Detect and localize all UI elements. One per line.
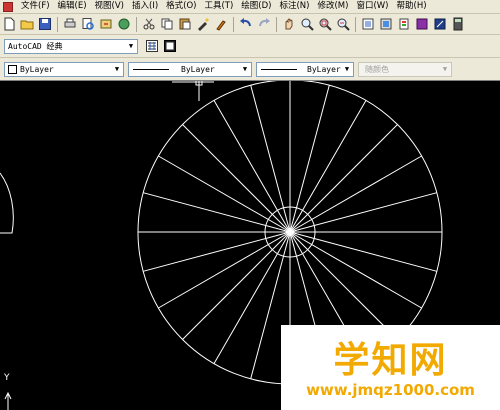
color-swatch: [8, 64, 17, 74]
wheel-spoke: [289, 155, 422, 233]
cut-icon[interactable]: [141, 16, 157, 32]
chevron-down-icon[interactable]: ▼: [341, 63, 353, 76]
watermark-title: 学知网: [333, 340, 448, 381]
menu-edit[interactable]: 编辑(E): [54, 0, 91, 13]
save-icon[interactable]: [37, 16, 53, 32]
linetype-value: ByLayer: [181, 64, 215, 74]
watermark-url: www.jmqz1000.com: [306, 381, 475, 399]
wheel-spoke: [289, 192, 437, 233]
menu-dimension[interactable]: 标注(N): [275, 0, 313, 13]
chevron-down-icon[interactable]: ▼: [111, 63, 123, 76]
lineweight-value: ByLayer: [307, 64, 341, 74]
preview-icon[interactable]: [80, 16, 96, 32]
menu-draw[interactable]: 绘图(D): [237, 0, 275, 13]
markup-icon[interactable]: [432, 16, 448, 32]
match-prop-icon[interactable]: [195, 16, 211, 32]
chevron-down-icon[interactable]: ▼: [439, 63, 451, 76]
redo-icon[interactable]: [256, 16, 272, 32]
brush-icon[interactable]: [213, 16, 229, 32]
menu-modify[interactable]: 修改(M): [313, 0, 352, 13]
menu-view[interactable]: 视图(V): [91, 0, 128, 13]
crosshair-cursor: [172, 81, 214, 101]
wheel-spoke: [289, 100, 367, 233]
color-value: ByLayer: [20, 64, 54, 74]
pan-icon[interactable]: [281, 16, 297, 32]
zoom-previous-icon[interactable]: [335, 16, 351, 32]
open-icon[interactable]: [19, 16, 35, 32]
wheel-spoke: [143, 231, 291, 272]
watermark: 学知网 www.jmqz1000.com: [281, 325, 500, 410]
menu-format[interactable]: 格式(O): [162, 0, 200, 13]
menu-tools[interactable]: 工具(T): [200, 0, 237, 13]
paste-icon[interactable]: [177, 16, 193, 32]
lineweight-control[interactable]: ByLayer ▼: [256, 61, 354, 77]
menu-help[interactable]: 帮助(H): [393, 0, 431, 13]
design-center-icon[interactable]: [378, 16, 394, 32]
wheel-spoke: [158, 155, 291, 233]
ucs-y-label: Y: [4, 373, 10, 383]
calculator-icon[interactable]: [450, 16, 466, 32]
ucs-icon: [4, 391, 12, 410]
properties-toolbar: ByLayer ▼ ByLayer ▼ ByLayer ▼ 随颜色 ▼: [0, 58, 500, 81]
workspace-toolbar: AutoCAD 经典 ▼: [0, 35, 500, 58]
chevron-down-icon[interactable]: ▼: [125, 40, 137, 53]
menu-window[interactable]: 窗口(W): [352, 0, 392, 13]
wheel-spoke: [289, 231, 398, 340]
wheel-spoke: [182, 124, 291, 233]
wheel-spoke: [213, 231, 291, 364]
publish-icon[interactable]: [98, 16, 114, 32]
wheel-spoke: [182, 231, 291, 340]
plot-icon[interactable]: [116, 16, 132, 32]
toolbar-separator: [57, 16, 58, 32]
plotstyle-value: 随颜色: [365, 64, 389, 74]
menu-bar: 文件(F) 编辑(E) 视图(V) 插入(I) 格式(O) 工具(T) 绘图(D…: [0, 0, 500, 14]
zoom-realtime-icon[interactable]: [299, 16, 315, 32]
zoom-window-icon[interactable]: [317, 16, 333, 32]
wheel-spoke: [289, 231, 422, 309]
lineweight-sample: [261, 68, 297, 70]
plotstyle-control[interactable]: 随颜色 ▼: [358, 61, 452, 77]
color-control[interactable]: ByLayer ▼: [4, 61, 124, 77]
workspace-save-icon[interactable]: [162, 38, 178, 54]
wheel-spoke: [158, 231, 291, 309]
print-icon[interactable]: [62, 16, 78, 32]
autocad-app-icon[interactable]: [3, 1, 13, 12]
undo-icon[interactable]: [238, 16, 254, 32]
linetype-control[interactable]: ByLayer ▼: [128, 61, 252, 77]
copy-icon[interactable]: [159, 16, 175, 32]
toolbar-separator: [355, 16, 356, 32]
wheel-spoke: [289, 85, 330, 233]
new-icon[interactable]: [1, 16, 17, 32]
chevron-down-icon[interactable]: ▼: [239, 63, 251, 76]
wheel-spoke: [289, 124, 398, 233]
tool-palette-icon[interactable]: [396, 16, 412, 32]
wheel-spoke: [143, 192, 291, 233]
menu-file[interactable]: 文件(F): [17, 0, 54, 13]
toolbar-separator: [233, 16, 234, 32]
toolbar-separator: [276, 16, 277, 32]
sheet-set-icon[interactable]: [414, 16, 430, 32]
wheel-spoke: [289, 231, 437, 272]
standard-toolbar: [0, 14, 500, 35]
workspace-value: AutoCAD 经典: [8, 41, 63, 51]
linetype-sample: [133, 68, 169, 70]
toolbar-separator: [136, 16, 137, 32]
menu-insert[interactable]: 插入(I): [128, 0, 162, 13]
partial-arc-left: [0, 172, 14, 234]
properties-icon[interactable]: [360, 16, 376, 32]
wheel-spoke: [250, 85, 291, 233]
workspace-dropdown[interactable]: AutoCAD 经典 ▼: [4, 38, 138, 54]
wheel-spoke: [213, 100, 291, 233]
workspace-settings-icon[interactable]: [144, 38, 160, 54]
